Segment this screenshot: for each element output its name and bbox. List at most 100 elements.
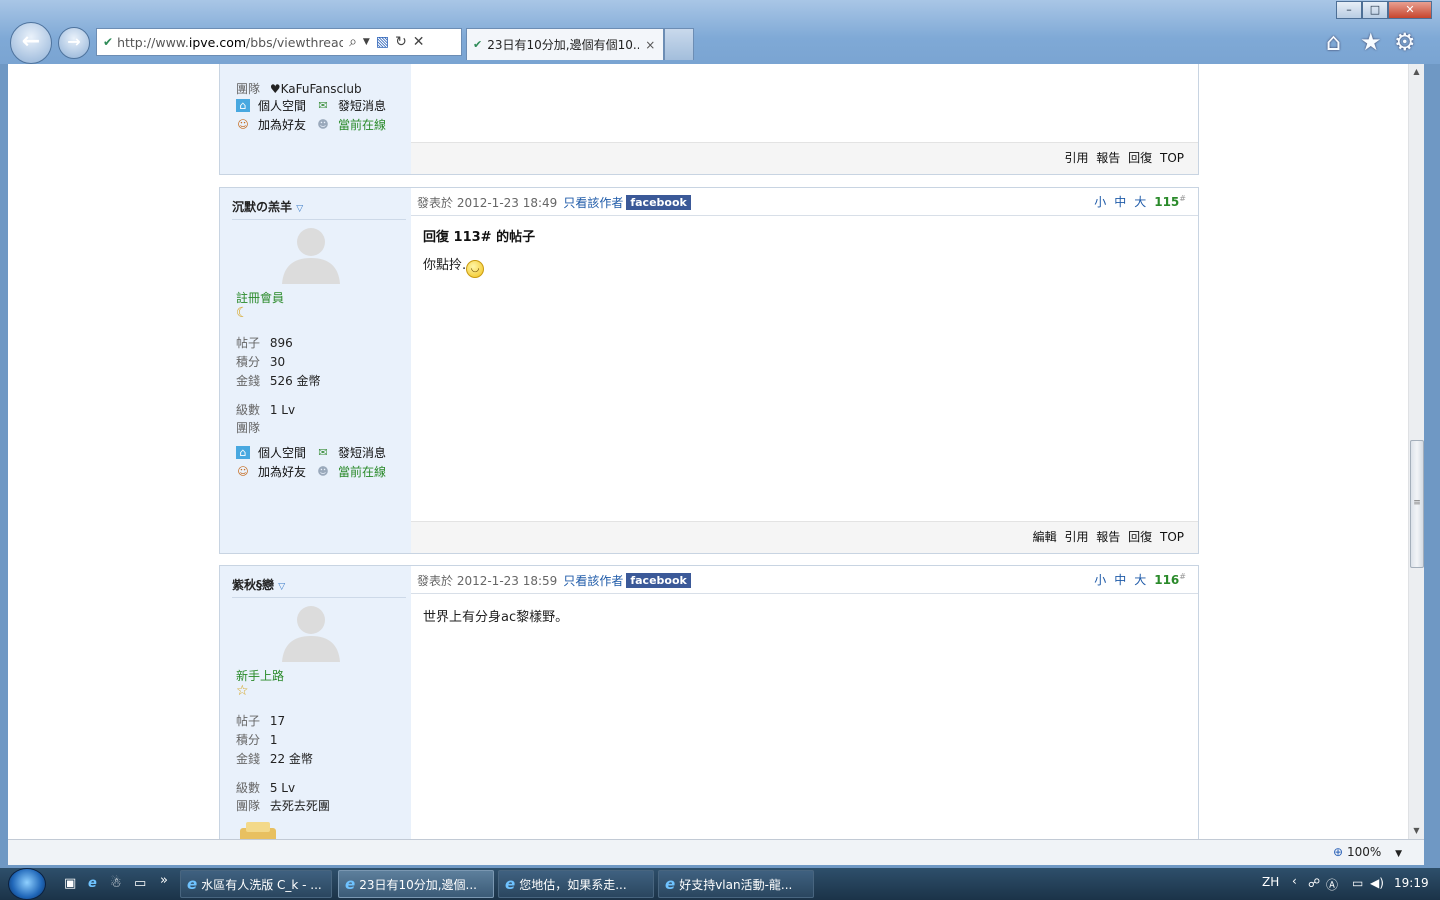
author-name[interactable]: 沉默の羔羊 ▽ [232,198,406,220]
home-space-icon: ⌂ [236,99,250,112]
windows-taskbar: ▣ e ☃ ▭ » e 水區有人洗版 C_k - ... e 23日有10分加,邊個… [0,868,1440,900]
home-icon[interactable]: ⌂ [1326,28,1341,56]
window-controls: – □ ✕ [1336,1,1432,19]
new-tab-button[interactable] [664,28,694,60]
language-indicator[interactable]: ZH [1262,875,1279,889]
post-footer: 編輯 引用 報告 回復 TOP [411,521,1198,553]
user-rank: 新手上路 [236,669,285,683]
address-bar[interactable]: ✔ http://www.ipve.com/bbs/viewthread.p ⌕… [96,28,462,56]
url-text[interactable]: http://www.ipve.com/bbs/viewthread.p [117,35,343,50]
author-sidebar: 紫秋§戀 ▽ 新手上路 ☆ 帖子 17 積分 1 金錢 22 金幣 級數 5 L… [220,566,411,839]
maximize-button[interactable]: □ [1362,1,1388,19]
start-button[interactable] [8,868,46,900]
author-only-link[interactable]: 只看該作者 [563,572,623,589]
moon-rank-icon: ☾ [236,305,249,321]
facebook-share-button[interactable]: facebook [626,195,691,210]
search-icon[interactable]: ⌕ [349,34,357,50]
team-stat: 團隊 [236,421,261,435]
action-online: ☻ 當前在線 [317,118,387,132]
action-home[interactable]: ⌂ 個人空間 [236,444,306,461]
site-favicon-icon: ✔ [103,35,114,49]
ime-tray-icon[interactable]: Ⓐ [1326,876,1338,893]
action-add-friend[interactable]: ☺ 加為好友 [236,116,306,133]
taskbar-item-1[interactable]: e 水區有人洗版 C_k - ... [180,870,332,898]
reply-link[interactable]: 回復 [1128,151,1152,165]
clock[interactable]: 19:19 [1394,876,1429,890]
add-friend-icon: ☺ [237,118,249,131]
edit-link[interactable]: 編輯 [1033,530,1057,544]
show-desktop-icon[interactable]: ▣ [64,876,76,891]
stop-icon[interactable]: ✕ [413,34,425,50]
tray-expand-button[interactable]: ‹ [1292,874,1297,888]
browser-titlebar: – □ ✕ ← → ✔ http://www.ipve.com/bbs/view… [0,0,1440,64]
ie-icon: e [345,875,356,893]
settings-gear-icon[interactable]: ⚙ [1394,28,1416,56]
font-large-link[interactable]: 大 [1134,193,1146,210]
facebook-share-button[interactable]: facebook [626,573,691,588]
report-link[interactable]: 報告 [1096,530,1120,544]
back-button[interactable]: ← [10,22,52,64]
vertical-scrollbar[interactable]: ▲ ≡ ▼ [1408,64,1424,839]
taskbar-item-2[interactable]: e 23日有10分加,邊個... [338,870,494,898]
status-bar: ⊕ 100% ▼ [8,839,1424,865]
post-meta: 發表於 2012-1-23 18:49 只看該作者 facebook [417,194,691,211]
minimize-button[interactable]: – [1336,1,1362,19]
taskbar-item-3[interactable]: e 您地估，如果系走... [498,870,654,898]
favorites-star-icon[interactable]: ★ [1360,28,1382,56]
top-link[interactable]: TOP [1160,530,1184,544]
font-small-link[interactable]: 小 [1094,193,1106,210]
zoom-dropdown-icon: ▼ [1395,849,1402,859]
author-only-link[interactable]: 只看該作者 [563,194,623,211]
refresh-icon[interactable]: ↻ [395,34,407,50]
close-window-button[interactable]: ✕ [1388,1,1432,19]
reply-link[interactable]: 回復 [1128,530,1152,544]
volume-icon[interactable]: ◀) [1370,876,1384,890]
avatar [282,228,340,284]
font-medium-link[interactable]: 中 [1114,193,1126,210]
font-small-link[interactable]: 小 [1094,571,1106,588]
taskbar-item-4[interactable]: e 好支持vlan活動-龍... [658,870,814,898]
action-add-friend[interactable]: ☺ 加為好友 [236,463,306,480]
user-online-icon: ☻ [317,465,329,478]
report-link[interactable]: 報告 [1096,151,1120,165]
compatibility-view-icon[interactable]: ▧ [376,34,389,50]
forward-arrow-icon: → [67,32,81,51]
monitor-tray-icon[interactable]: ▭ [1352,876,1363,890]
scroll-up-icon[interactable]: ▲ [1409,64,1424,80]
quote-link[interactable]: 引用 [1064,530,1088,544]
ie-quicklaunch-icon[interactable]: e [88,876,97,891]
author-sidebar: 團隊 ♥KaFuFansclub ⌂ 個人空間 ✉ 發短消息 ☺ 加為好友 ☻ 當前在線 [220,64,411,174]
author-name[interactable]: 紫秋§戀 ▽ [232,576,406,598]
post-content: 你點拎. ◡ [423,254,485,278]
floor-number[interactable]: 116# [1154,572,1186,587]
divider [411,593,1198,594]
qq-penguin-icon[interactable]: ☃ [110,876,122,891]
scroll-down-icon[interactable]: ▼ [1409,823,1424,839]
network-tray-icon[interactable]: ☍ [1308,876,1320,890]
top-link[interactable]: TOP [1160,151,1184,165]
home-space-icon: ⌂ [236,446,250,459]
tab-favicon-icon: ✔ [473,38,483,51]
action-message[interactable]: ✉ 發短消息 [316,97,386,114]
action-message[interactable]: ✉ 發短消息 [316,444,386,461]
font-size-controls: 小 中 大 116# [1094,571,1186,588]
dropdown-icon[interactable]: ▼ [363,37,370,47]
post-footer: 引用 報告 回復 TOP [411,142,1198,174]
monitor-icon[interactable]: ▭ [134,876,146,891]
tab-title: 23日有10分加,邊個有個10... [487,38,640,52]
ie-icon: e [187,875,198,893]
floor-number[interactable]: 115# [1154,194,1186,209]
scrollbar-thumb[interactable]: ≡ [1410,440,1424,568]
post-body: 引用 報告 回復 TOP [411,64,1198,174]
quicklaunch-more[interactable]: » [160,873,168,888]
action-home[interactable]: ⌂ 個人空間 [236,97,306,114]
font-medium-link[interactable]: 中 [1114,571,1126,588]
font-large-link[interactable]: 大 [1134,571,1146,588]
zoom-control[interactable]: ⊕ 100% ▼ [1333,845,1402,859]
forward-button[interactable]: → [58,27,90,59]
tab-active[interactable]: ✔ 23日有10分加,邊個有個10... × [466,28,664,60]
tab-close-button[interactable]: × [645,38,655,52]
quote-link[interactable]: 引用 [1064,151,1088,165]
message-icon: ✉ [318,446,328,459]
level-stat: 級數 1 Lv [236,403,296,417]
